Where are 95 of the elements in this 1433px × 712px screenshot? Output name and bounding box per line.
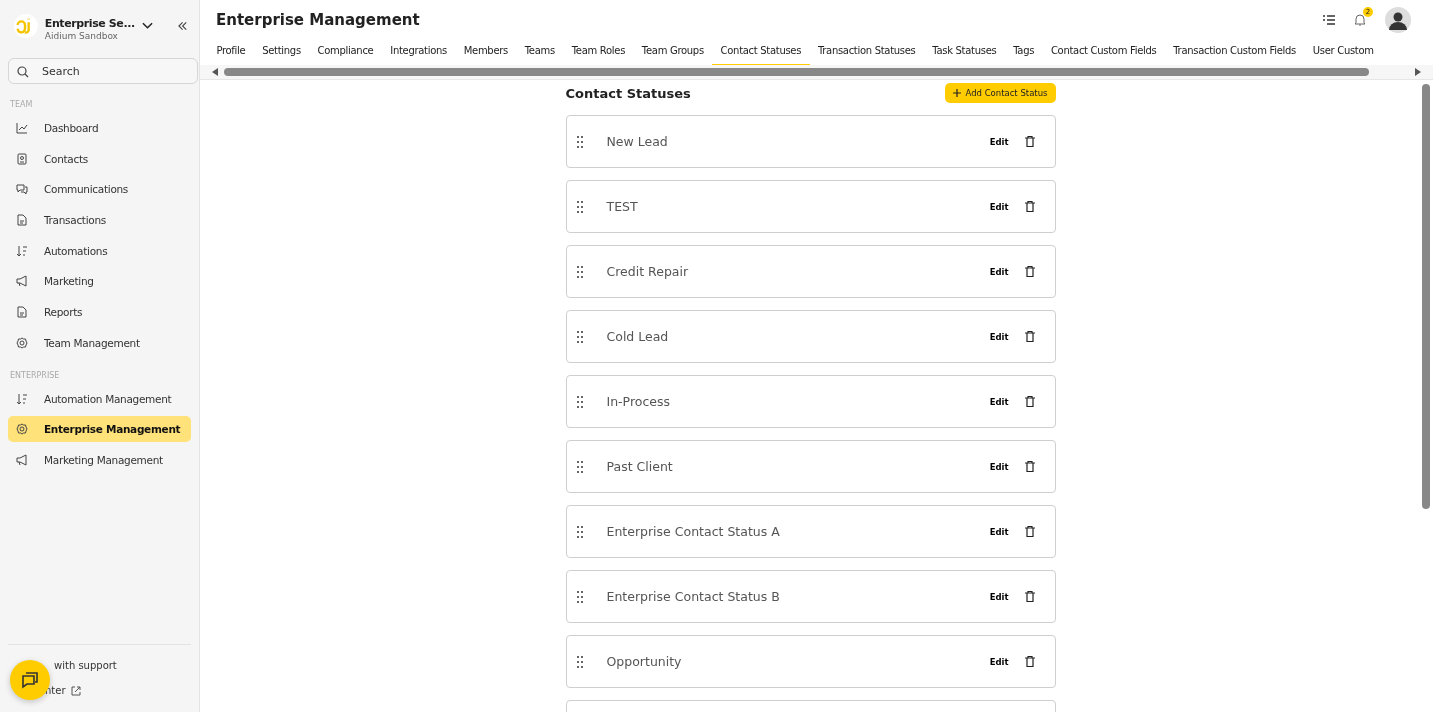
sort-icon — [16, 392, 28, 405]
chevron-down-icon[interactable] — [141, 22, 153, 30]
nav-item[interactable]: Automations — [8, 237, 191, 264]
tab[interactable]: Task Statuses — [923, 40, 1005, 65]
workspace-name: Enterprise Se... — [44, 16, 135, 30]
drag-handle-icon[interactable] — [576, 525, 583, 538]
drag-handle-icon[interactable] — [576, 200, 583, 213]
trash-icon[interactable] — [1024, 591, 1035, 602]
tab[interactable]: Contact Custom Fields — [1042, 40, 1165, 65]
scroll-right-icon[interactable] — [1415, 68, 1421, 76]
doc-icon — [16, 214, 28, 227]
section-heading: TEAM — [9, 99, 34, 111]
add-contact-status-button[interactable]: Add Contact Status — [945, 83, 1056, 103]
tab[interactable]: Settings — [253, 40, 310, 65]
tab[interactable]: Team Groups — [633, 40, 713, 65]
scroll-left-icon[interactable] — [212, 68, 218, 76]
status-name: Credit Repair — [606, 264, 690, 279]
status-name: In-Process — [606, 394, 672, 409]
page-title: Enterprise Management — [216, 11, 420, 29]
section-title: Contact Statuses — [565, 85, 691, 101]
section-heading: ENTERPRISE — [9, 369, 61, 382]
plus-icon — [953, 89, 962, 97]
edit-button[interactable]: Edit — [987, 654, 1011, 669]
trash-icon[interactable] — [1024, 266, 1035, 277]
edit-button[interactable]: Edit — [987, 524, 1011, 539]
drag-handle-icon[interactable] — [576, 395, 583, 408]
edit-button[interactable]: Edit — [987, 394, 1011, 409]
collapse-icon[interactable] — [177, 21, 187, 31]
nav-item[interactable]: Team Management — [8, 329, 191, 356]
nav-item[interactable]: Marketing — [8, 268, 191, 295]
status-name: Opportunity — [606, 654, 683, 669]
drag-handle-icon[interactable] — [576, 330, 583, 343]
tab[interactable]: Integrations — [381, 40, 456, 65]
trash-icon[interactable] — [1024, 526, 1035, 537]
drag-handle-icon[interactable] — [576, 265, 583, 278]
nav-item[interactable]: Contacts — [8, 145, 191, 172]
gear-icon — [16, 336, 28, 349]
avatar-icon[interactable] — [1385, 7, 1411, 33]
status-name: TEST — [606, 199, 639, 214]
logo-icon — [14, 13, 38, 39]
chart-icon — [16, 122, 28, 134]
tab[interactable]: Transaction Custom Fields — [1164, 40, 1305, 65]
help-link[interactable]: nter — [45, 685, 81, 696]
tab[interactable]: Members — [455, 40, 517, 65]
trash-icon[interactable] — [1024, 461, 1035, 472]
status-name: New Lead — [606, 134, 669, 149]
nav-item[interactable]: Transactions — [8, 207, 191, 234]
trash-icon[interactable] — [1024, 136, 1035, 147]
bell-icon[interactable] — [1353, 13, 1367, 27]
list-icon[interactable] — [1323, 15, 1335, 25]
trash-icon[interactable] — [1024, 656, 1035, 667]
workspace-subtitle: Aidium Sandbox — [44, 30, 119, 41]
tab[interactable]: Team Roles — [563, 40, 634, 65]
chat-icon — [20, 670, 40, 690]
trash-icon[interactable] — [1024, 331, 1035, 342]
doc-icon — [16, 306, 28, 319]
edit-button[interactable]: Edit — [987, 264, 1011, 279]
support-text: with support — [54, 660, 117, 671]
nav-item[interactable]: Automation Management — [8, 385, 191, 412]
nav-item[interactable]: Communications — [8, 176, 191, 203]
megaphone-icon — [16, 275, 28, 288]
sort-icon — [16, 244, 28, 257]
trash-icon[interactable] — [1024, 396, 1035, 407]
edit-button[interactable]: Edit — [987, 589, 1011, 604]
drag-handle-icon[interactable] — [576, 460, 583, 473]
tab[interactable]: Transaction Statuses — [809, 40, 924, 65]
scrollbar-thumb[interactable] — [224, 68, 1369, 76]
tab[interactable]: Compliance — [309, 40, 382, 65]
tab[interactable]: Teams — [516, 40, 564, 65]
tab[interactable]: Profile — [208, 40, 254, 65]
contact-icon — [16, 152, 28, 165]
search-field[interactable]: Search — [8, 58, 198, 84]
trash-icon[interactable] — [1024, 201, 1035, 212]
drag-handle-icon[interactable] — [576, 135, 583, 148]
megaphone-icon — [16, 453, 28, 466]
external-link-icon — [70, 685, 81, 696]
edit-button[interactable]: Edit — [987, 459, 1011, 474]
nav-item[interactable]: Dashboard — [8, 115, 191, 141]
edit-button[interactable]: Edit — [987, 134, 1011, 149]
nav-item[interactable]: Reports — [8, 299, 191, 326]
status-name: Enterprise Contact Status A — [606, 524, 781, 539]
edit-button[interactable]: Edit — [987, 199, 1011, 214]
tab[interactable]: Tags — [1004, 40, 1043, 65]
nav-item[interactable]: Enterprise Management — [8, 416, 191, 443]
tab[interactable]: User Custom — [1304, 40, 1383, 65]
drag-handle-icon[interactable] — [576, 655, 583, 668]
scrollbar-thumb[interactable] — [1422, 84, 1430, 509]
nav-item[interactable]: Marketing Management — [8, 446, 191, 473]
status-name: Past Client — [606, 459, 674, 474]
edit-button[interactable]: Edit — [987, 329, 1011, 344]
status-name: Enterprise Contact Status B — [606, 589, 781, 604]
drag-handle-icon[interactable] — [576, 590, 583, 603]
status-name: Cold Lead — [606, 329, 670, 344]
gear-icon — [16, 423, 28, 436]
chat-icon — [16, 183, 28, 196]
